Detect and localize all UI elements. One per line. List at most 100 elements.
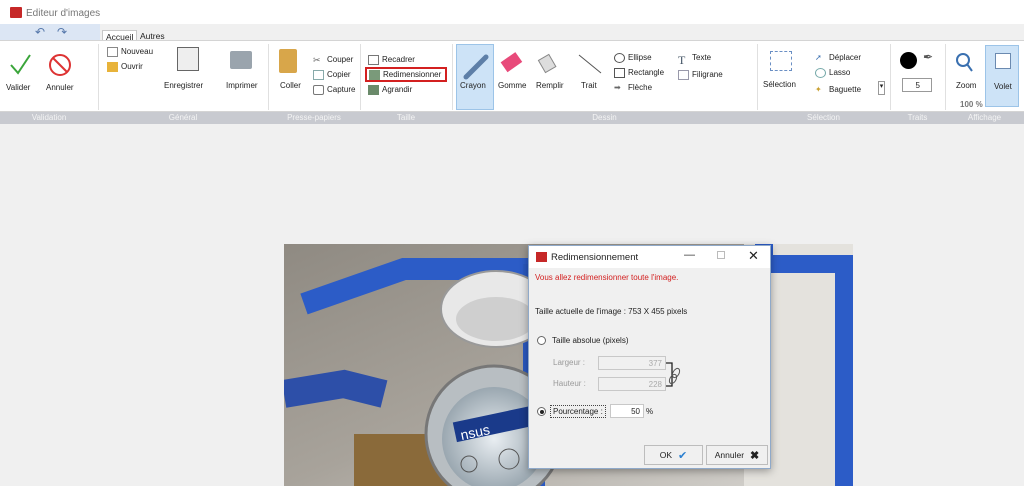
line-icon[interactable] <box>575 51 605 77</box>
baguette-button[interactable]: ✦ Baguette <box>815 83 861 96</box>
filigrane-button[interactable]: Filigrane <box>678 68 723 81</box>
nouveau-label: Nouveau <box>121 47 154 56</box>
new-file-icon <box>107 46 118 57</box>
ouvrir-label: Ouvrir <box>121 62 143 71</box>
clipboard-icon[interactable] <box>279 49 297 73</box>
valider-button[interactable] <box>8 52 32 78</box>
save-icon[interactable] <box>177 47 199 71</box>
printer-icon[interactable] <box>230 51 252 69</box>
percentage-input[interactable]: 50 <box>610 404 644 418</box>
fleche-button[interactable]: ➡ Flèche <box>614 81 652 94</box>
rectangle-label: Rectangle <box>628 68 665 77</box>
couper-button[interactable]: ✂ Couper <box>313 53 353 66</box>
eraser-icon[interactable] <box>497 51 527 75</box>
percentage-radio[interactable] <box>537 407 546 416</box>
deplacer-button[interactable]: ➚ Déplacer <box>815 51 861 64</box>
close-icon[interactable]: ✕ <box>748 248 759 264</box>
group-label-presse: Presse-papiers <box>287 113 341 122</box>
color-swatch[interactable] <box>900 52 917 69</box>
dialog-warning: Vous allez redimensionner toute l'image. <box>535 273 679 282</box>
ouvrir-button[interactable]: Ouvrir <box>107 60 143 73</box>
separator <box>98 44 99 110</box>
cancel-button[interactable]: Annuler ✖ <box>706 445 768 465</box>
volet-button[interactable]: Volet <box>985 45 1019 107</box>
enlarge-icon <box>368 84 379 95</box>
group-label-dessin: Dessin <box>592 113 617 122</box>
copy-icon <box>313 69 324 80</box>
stroke-size-input[interactable]: 5 <box>902 78 932 92</box>
copier-button[interactable]: Copier <box>313 68 351 81</box>
dialog-title-bar: Redimensionnement — ✕ <box>529 246 770 268</box>
selection-icon[interactable] <box>770 51 792 71</box>
ellipse-label: Ellipse <box>628 53 652 62</box>
largeur-input[interactable]: 377 <box>598 356 666 370</box>
group-label-selection: Sélection <box>807 113 840 122</box>
link-chain-icon[interactable] <box>666 356 684 392</box>
nouveau-button[interactable]: Nouveau <box>107 45 153 58</box>
undo-icon[interactable]: ↶ <box>35 25 45 39</box>
gomme-label[interactable]: Gomme <box>498 81 526 90</box>
camera-icon <box>313 84 324 95</box>
quick-access-toolbar: ↶ ↷ <box>0 24 100 40</box>
resize-icon <box>369 69 380 80</box>
arrow-icon: ➡ <box>614 82 621 92</box>
folder-icon <box>107 61 118 72</box>
separator <box>452 44 453 110</box>
percentage-unit: % <box>646 407 654 416</box>
annuler-button[interactable] <box>47 52 73 80</box>
recadrer-button[interactable]: Recadrer <box>368 53 415 66</box>
selection-label[interactable]: Sélection <box>763 80 796 89</box>
separator <box>360 44 361 110</box>
rectangle-button[interactable]: Rectangle <box>614 66 664 79</box>
ellipse-button[interactable]: Ellipse <box>614 51 652 64</box>
deplacer-label: Déplacer <box>829 53 862 62</box>
group-label-taille: Taille <box>396 113 416 122</box>
separator <box>945 44 946 110</box>
lasso-button[interactable]: Lasso <box>815 66 850 79</box>
text-icon: T <box>678 52 686 67</box>
separator <box>757 44 758 110</box>
selection-dropdown[interactable]: ▾ <box>878 81 885 95</box>
enregistrer-label[interactable]: Enregistrer <box>164 81 203 90</box>
minimize-icon[interactable]: — <box>684 249 695 261</box>
annuler-label: Annuler <box>46 83 74 92</box>
crayon-button[interactable]: Crayon <box>456 44 494 110</box>
ok-button[interactable]: OK ✔ <box>644 445 703 465</box>
fill-bucket-icon[interactable] <box>536 51 560 75</box>
hauteur-input[interactable]: 228 <box>598 377 666 391</box>
couper-label: Couper <box>327 55 354 64</box>
current-size-text: Taille actuelle de l'image : 753 X 455 p… <box>535 307 688 316</box>
texte-button[interactable]: T Texte <box>678 51 711 67</box>
scissors-icon: ✂ <box>313 54 321 65</box>
agrandir-button[interactable]: Agrandir <box>368 83 412 96</box>
cancel-icon <box>49 54 71 76</box>
hauteur-label: Hauteur : <box>553 379 586 388</box>
resize-dialog: Redimensionnement — ✕ Vous allez redimen… <box>528 245 771 469</box>
zoom-icon[interactable] <box>954 51 974 75</box>
coller-label[interactable]: Coller <box>280 81 301 90</box>
separator <box>890 44 891 110</box>
title-bar: Editeur d'images <box>0 0 1024 24</box>
recadrer-label: Recadrer <box>382 55 415 64</box>
pencil-icon <box>463 54 489 80</box>
ok-label: OK <box>659 450 673 460</box>
percentage-label[interactable]: Pourcentage : <box>550 405 606 418</box>
remplir-label[interactable]: Remplir <box>536 81 564 90</box>
lasso-label: Lasso <box>829 68 851 77</box>
maximize-icon <box>717 251 725 259</box>
absolute-size-radio[interactable] <box>537 336 546 345</box>
redimensionner-button[interactable]: Redimensionner <box>365 67 447 82</box>
absolute-size-label[interactable]: Taille absolue (pixels) <box>552 336 628 345</box>
redo-icon[interactable]: ↷ <box>57 25 67 39</box>
app-icon <box>10 7 22 18</box>
separator <box>268 44 269 110</box>
magic-wand-icon: ✦ <box>815 84 822 94</box>
imprimer-label[interactable]: Imprimer <box>226 81 258 90</box>
trait-label[interactable]: Trait <box>581 81 597 90</box>
ribbon: Valider Annuler Nouveau Ouvrir Enregistr… <box>0 40 1024 112</box>
eyedropper-icon[interactable]: ✒ <box>923 50 933 64</box>
zoom-label[interactable]: Zoom <box>956 81 976 90</box>
capture-button[interactable]: Capture <box>313 83 355 96</box>
rectangle-icon <box>614 67 625 78</box>
fleche-label: Flèche <box>628 83 653 92</box>
